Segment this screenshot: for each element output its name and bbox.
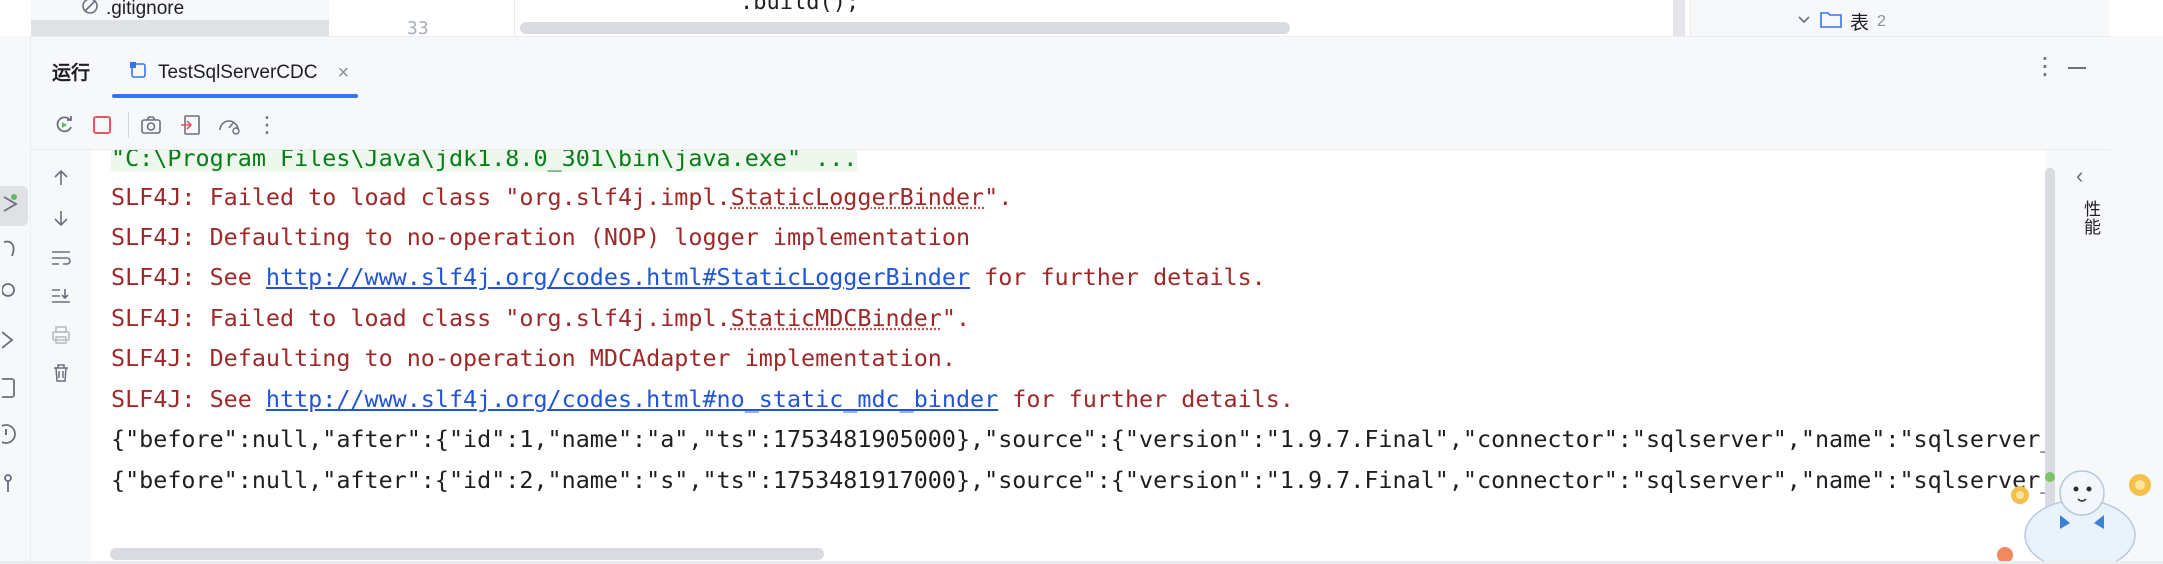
chevron-left-icon[interactable]: ‹ bbox=[2076, 163, 2083, 189]
performance-tool-label[interactable]: 性能 bbox=[2078, 200, 2103, 236]
soft-wrap-icon[interactable] bbox=[48, 245, 74, 271]
run-tool-icon[interactable] bbox=[2, 192, 26, 216]
db-node-tables[interactable]: 表 2 bbox=[1796, 8, 1886, 35]
class-name: StaticMDCBinder bbox=[730, 304, 942, 332]
console-line: SLF4J: See http://www.slf4j.org/codes.ht… bbox=[111, 263, 1266, 291]
console-link[interactable]: http://www.slf4j.org/codes.html#no_stati… bbox=[266, 385, 998, 413]
minimize-icon[interactable] bbox=[2068, 67, 2086, 69]
db-node-count: 2 bbox=[1877, 12, 1886, 30]
console-command-line: "C:\Program Files\Java\jdk1.8.0_301\bin\… bbox=[111, 150, 858, 172]
scroll-to-end-icon[interactable] bbox=[48, 283, 74, 309]
debug-tool-icon[interactable] bbox=[2, 236, 26, 260]
ignore-file-icon bbox=[80, 0, 100, 22]
console-line: SLF4J: Failed to load class "org.slf4j.i… bbox=[111, 304, 971, 332]
restore-layout-icon[interactable] bbox=[178, 112, 204, 138]
run-config-icon bbox=[130, 61, 148, 85]
console-output-line: {"before":null,"after":{"id":2,"name":"s… bbox=[111, 466, 2046, 494]
chevron-down-icon[interactable] bbox=[1796, 11, 1812, 33]
editor-horizontal-scrollbar[interactable] bbox=[520, 22, 1290, 34]
scroll-down-icon[interactable] bbox=[48, 205, 74, 231]
console-line: SLF4J: Defaulting to no-operation (NOP) … bbox=[111, 223, 971, 251]
db-node-label: 表 bbox=[1850, 13, 1870, 34]
active-tab-underline bbox=[112, 94, 358, 98]
profiler-icon[interactable] bbox=[216, 112, 242, 138]
scroll-up-icon[interactable] bbox=[48, 165, 74, 191]
console-horizontal-scrollbar[interactable] bbox=[110, 548, 824, 560]
run-toolbar bbox=[31, 100, 2111, 150]
tree-item-label: .gitignore bbox=[106, 0, 185, 19]
services-tool-icon[interactable] bbox=[1, 278, 26, 302]
close-icon[interactable]: × bbox=[337, 62, 349, 85]
tree-item-gitignore[interactable]: .gitignore bbox=[80, 0, 184, 22]
screenshot-icon[interactable] bbox=[138, 112, 164, 138]
console-output-line: {"before":null,"after":{"id":1,"name":"a… bbox=[111, 425, 2046, 453]
toolbar-separator bbox=[128, 112, 129, 138]
endpoints-tool-icon[interactable] bbox=[1, 328, 26, 352]
folder-icon bbox=[1820, 10, 1842, 34]
console-output[interactable]: "C:\Program Files\Java\jdk1.8.0_301\bin\… bbox=[91, 150, 2046, 564]
tab-testsqlservercdc[interactable]: TestSqlServerCDC × bbox=[112, 48, 358, 98]
console-line: SLF4J: Failed to load class "org.slf4j.i… bbox=[111, 183, 1013, 211]
database-panel bbox=[1690, 0, 2110, 36]
print-icon[interactable] bbox=[48, 322, 74, 348]
more-icon[interactable]: ⋮ bbox=[254, 112, 280, 138]
run-window-title: 运行 bbox=[52, 63, 91, 84]
terminal-tool-icon[interactable] bbox=[0, 376, 26, 400]
tab-label: TestSqlServerCDC bbox=[158, 62, 318, 83]
project-tree-selected-row[interactable] bbox=[31, 20, 329, 36]
rerun-icon[interactable] bbox=[51, 112, 77, 138]
console-line: SLF4J: See http://www.slf4j.org/codes.ht… bbox=[111, 385, 1294, 413]
left-tool-strip bbox=[0, 36, 31, 564]
duck-mascot-icon bbox=[1997, 470, 2151, 564]
console-link[interactable]: http://www.slf4j.org/codes.html#StaticLo… bbox=[266, 263, 970, 291]
console-line: SLF4J: Defaulting to no-operation MDCAda… bbox=[111, 344, 956, 372]
editor-vertical-scrollbar[interactable] bbox=[1673, 0, 1685, 36]
class-name: StaticLoggerBinder bbox=[730, 183, 985, 211]
git-tool-icon[interactable] bbox=[2, 472, 26, 496]
code-line: .build(); bbox=[740, 0, 860, 15]
more-options-icon[interactable]: ⋮ bbox=[2033, 52, 2057, 81]
problems-tool-icon[interactable] bbox=[0, 422, 26, 446]
clear-icon[interactable] bbox=[48, 360, 74, 386]
stop-icon[interactable] bbox=[89, 112, 115, 138]
